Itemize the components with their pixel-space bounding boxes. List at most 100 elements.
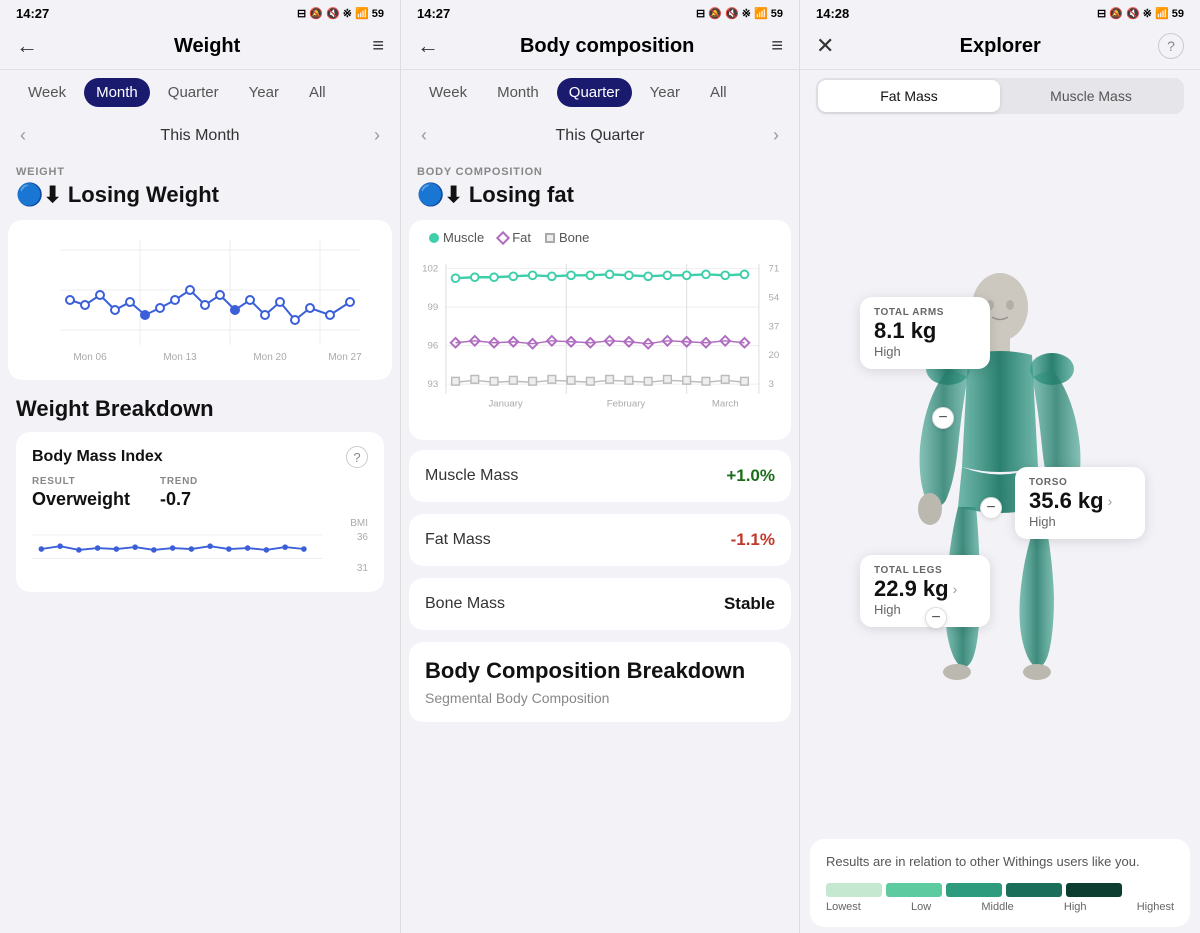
- bmi-title: Body Mass Index: [32, 448, 163, 466]
- svg-text:102: 102: [422, 263, 438, 274]
- color-scale: [826, 883, 1174, 897]
- bone-mass-value: Stable: [724, 594, 775, 614]
- menu-icon-2[interactable]: ≡: [771, 35, 783, 58]
- explorer-header: ✕ Explorer ?: [800, 25, 1200, 70]
- body-breakdown-card: Body Composition Breakdown Segmental Bod…: [409, 642, 791, 722]
- prev-period-1[interactable]: ‹: [20, 125, 26, 146]
- bmi-help-icon[interactable]: ?: [346, 446, 368, 468]
- weight-panel: 14:27 ⊟ 🔕 🔇 ※ 📶 59 ← Weight ≡ Week Month…: [0, 0, 400, 933]
- body-trend-icon: 🔵⬇: [417, 182, 463, 208]
- svg-text:37: 37: [769, 321, 780, 332]
- period-nav-1: ‹ This Month ›: [0, 115, 400, 156]
- next-period-2[interactable]: ›: [773, 125, 779, 146]
- legend-footer: Results are in relation to other Withing…: [810, 839, 1190, 927]
- legend-muscle: Muscle: [429, 230, 484, 245]
- legs-arrow: ›: [953, 581, 958, 597]
- breakdown-title: Weight Breakdown: [16, 396, 384, 422]
- label-low: Low: [911, 901, 931, 913]
- bmi-trend-col: TREND -0.7: [160, 476, 198, 510]
- body-figure-container: TOTAL ARMS 8.1 kg High TORSO 35.6 kg › H…: [800, 122, 1200, 833]
- arms-value: 8.1 kg: [874, 318, 976, 344]
- fat-mass-label: Fat Mass: [425, 531, 491, 549]
- svg-text:99: 99: [427, 302, 438, 313]
- muscle-legend-dot: [429, 233, 439, 243]
- back-button-2[interactable]: ←: [417, 33, 439, 59]
- bmi-result-col: RESULT Overweight: [32, 476, 130, 510]
- label-middle: Middle: [981, 901, 1013, 913]
- scale-low: [886, 883, 942, 897]
- status-bar-1: 14:27 ⊟ 🔕 🔇 ※ 📶 59: [0, 0, 400, 25]
- label-lowest: Lowest: [826, 901, 861, 913]
- legend-fat: Fat: [498, 230, 531, 245]
- toggle-muscle-mass[interactable]: Muscle Mass: [1000, 80, 1182, 112]
- svg-text:February: February: [607, 398, 646, 409]
- bone-legend-square: [545, 233, 555, 243]
- time-2: 14:27: [417, 6, 450, 21]
- menu-icon-1[interactable]: ≡: [372, 35, 384, 58]
- bmi-trend-value: -0.7: [160, 489, 191, 509]
- weight-tab-bar: Week Month Quarter Year All: [0, 70, 400, 115]
- body-section-label: BODY COMPOSITION: [401, 156, 799, 180]
- torso-value: 35.6 kg: [1029, 488, 1104, 514]
- weight-trend-icon: 🔵⬇: [16, 182, 62, 208]
- tab-year-2[interactable]: Year: [638, 78, 692, 107]
- tab-month-1[interactable]: Month: [84, 78, 150, 107]
- weight-chart-svg: Mon 06 Mon 13 Mon 20 Mon 27: [20, 230, 380, 370]
- bone-mass-card[interactable]: Bone Mass Stable: [409, 578, 791, 630]
- tab-quarter-1[interactable]: Quarter: [156, 78, 231, 107]
- next-period-1[interactable]: ›: [374, 125, 380, 146]
- fat-mass-card[interactable]: Fat Mass -1.1%: [409, 514, 791, 566]
- weight-section-title: 🔵⬇ Losing Weight: [0, 180, 400, 216]
- explorer-toggle-group: Fat Mass Muscle Mass: [816, 78, 1184, 114]
- bmi-card-header: Body Mass Index ?: [32, 446, 368, 468]
- legs-value: 22.9 kg: [874, 576, 949, 602]
- explorer-panel: 14:28 ⊟ 🔕 🔇 ※ 📶 59 ✕ Explorer ? Fat Mass…: [800, 0, 1200, 933]
- body-title: Body composition: [443, 35, 771, 58]
- scale-lowest: [826, 883, 882, 897]
- status-icons-1: ⊟ 🔕 🔇 ※ 📶 59: [297, 7, 384, 20]
- torso-level: High: [1029, 514, 1131, 529]
- svg-text:Mon 13: Mon 13: [163, 352, 197, 363]
- torso-region-label: TORSO: [1029, 477, 1131, 488]
- toggle-fat-mass[interactable]: Fat Mass: [818, 80, 1000, 112]
- tab-all-1[interactable]: All: [297, 78, 338, 107]
- torso-info-card[interactable]: TORSO 35.6 kg › High: [1015, 467, 1145, 539]
- svg-text:March: March: [712, 398, 739, 409]
- scale-labels: Lowest Low Middle High Highest: [826, 901, 1174, 913]
- arms-info-card[interactable]: TOTAL ARMS 8.1 kg High: [860, 297, 990, 369]
- scale-high: [1006, 883, 1062, 897]
- help-icon[interactable]: ?: [1158, 33, 1184, 59]
- legend-bone: Bone: [545, 230, 589, 245]
- status-bar-3: 14:28 ⊟ 🔕 🔇 ※ 📶 59: [800, 0, 1200, 25]
- weight-header: ← Weight ≡: [0, 25, 400, 70]
- tab-all-2[interactable]: All: [698, 78, 739, 107]
- tab-year-1[interactable]: Year: [237, 78, 291, 107]
- bmi-result-row: RESULT Overweight TREND -0.7: [32, 476, 368, 510]
- bmi-result-value: Overweight: [32, 489, 130, 509]
- tab-week-2[interactable]: Week: [417, 78, 479, 107]
- tab-quarter-2[interactable]: Quarter: [557, 78, 632, 107]
- period-label-1: This Month: [160, 127, 239, 145]
- body-tab-bar: Week Month Quarter Year All: [401, 70, 799, 115]
- muscle-mass-card[interactable]: Muscle Mass +1.0%: [409, 450, 791, 502]
- status-icons-2: ⊟ 🔕 🔇 ※ 📶 59: [696, 7, 783, 20]
- tab-month-2[interactable]: Month: [485, 78, 551, 107]
- muscle-mass-label: Muscle Mass: [425, 467, 518, 485]
- segmental-label: Segmental Body Composition: [425, 690, 775, 706]
- label-high: High: [1064, 901, 1087, 913]
- label-highest: Highest: [1137, 901, 1174, 913]
- close-button[interactable]: ✕: [816, 33, 834, 59]
- time-3: 14:28: [816, 6, 849, 21]
- svg-text:96: 96: [427, 341, 438, 352]
- status-bar-2: 14:27 ⊟ 🔕 🔇 ※ 📶 59: [401, 0, 799, 25]
- period-label-2: This Quarter: [556, 127, 645, 145]
- prev-period-2[interactable]: ‹: [421, 125, 427, 146]
- svg-text:January: January: [488, 398, 522, 409]
- body-section-title: 🔵⬇ Losing fat: [401, 180, 799, 216]
- body-composition-chart: Muscle Fat Bone 102 99 96: [409, 220, 791, 440]
- explorer-title: Explorer: [842, 35, 1158, 58]
- back-button-1[interactable]: ←: [16, 33, 38, 59]
- tab-week-1[interactable]: Week: [16, 78, 78, 107]
- body-breakdown-title: Body Composition Breakdown: [425, 658, 775, 684]
- bmi-card: Body Mass Index ? RESULT Overweight TREN…: [16, 432, 384, 592]
